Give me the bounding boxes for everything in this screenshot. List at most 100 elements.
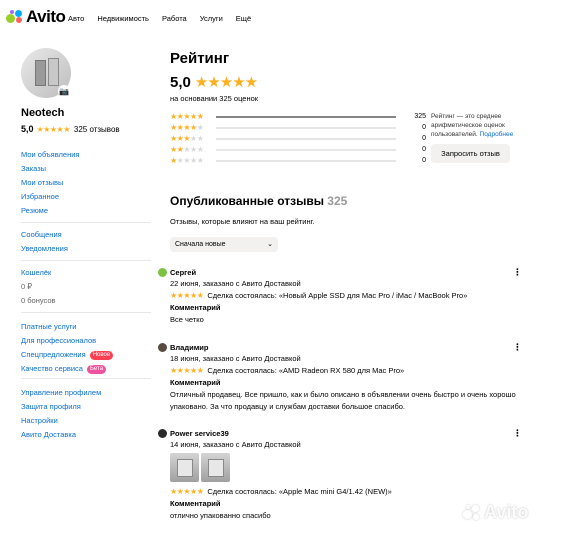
more-icon[interactable]: ⋮ <box>513 267 522 278</box>
nav-more[interactable]: Ещё <box>236 14 251 23</box>
rating-bar-track <box>216 115 396 118</box>
rating-bar-row: ★★★★★ 0 <box>170 155 426 166</box>
bar-stars-icon: ★★★★★ <box>170 112 204 121</box>
sidebar-item-label: Спецпредложения <box>21 350 86 359</box>
review-comment: Отличный продавец. Все пришло, как и был… <box>170 390 516 411</box>
sidebar-item-special-offers[interactable]: Спецпредложения Новое <box>21 348 151 362</box>
review-deal-text[interactable]: Сделка состоялась: «Новый Apple SSD для … <box>207 291 467 300</box>
reviewer-name[interactable]: Сергей <box>170 268 196 277</box>
rating-summary: 5,0 ★★★★★ <box>170 73 258 92</box>
review-deal-text[interactable]: Сделка состоялась: «Apple Mac mini G4/1.… <box>207 487 391 496</box>
rating-info-link[interactable]: Подробнее <box>480 131 514 138</box>
reviewer-avatar[interactable] <box>158 268 167 277</box>
sidebar-item-profile-management[interactable]: Управление профилем <box>21 386 151 400</box>
reviews-count: 325 <box>327 194 348 208</box>
review-deal-text[interactable]: Сделка состоялась: «AMD Radeon RX 580 дл… <box>207 366 404 375</box>
sidebar-item-label: Для профессионалов <box>21 336 97 345</box>
menu-group-main: Мои объявления Заказы Мои отзывы Избранн… <box>21 148 151 218</box>
bar-stars-icon: ★★★★★ <box>170 156 204 165</box>
menu-group-wallet: Кошелёк 0 ₽ 0 бонусов <box>21 266 151 308</box>
rating-bar-count: 0 <box>422 135 426 142</box>
sidebar-item-paid-services[interactable]: Платные услуги <box>21 320 151 334</box>
rating-bar-track <box>216 159 396 162</box>
rating-bar-count: 0 <box>422 124 426 131</box>
sidebar-item-messages[interactable]: Сообщения <box>21 228 151 242</box>
sidebar-item-favorites[interactable]: Избранное <box>21 190 151 204</box>
avito-watermark: Avito <box>462 502 528 523</box>
rating-bar-row: ★★★★★ 0 <box>170 133 426 144</box>
bar-stars-icon: ★★★★★ <box>170 134 204 143</box>
review-comment: Все четко <box>170 315 204 324</box>
more-icon[interactable]: ⋮ <box>513 428 522 439</box>
rating-bar-track <box>216 148 396 151</box>
review-comment-caption: Комментарий <box>170 303 221 312</box>
review-deal: ★★★★★ Сделка состоялась: «Apple Mac mini… <box>170 485 528 498</box>
review-date: 18 июня, заказано с Авито Доставкой <box>170 354 301 363</box>
chevron-down-icon: ⌄ <box>267 241 273 248</box>
divider <box>21 222 151 223</box>
menu-group-profile: Управление профилем Защита профиля Настр… <box>21 386 151 442</box>
seller-name: Neotech <box>21 107 65 119</box>
camera-icon[interactable]: 📷 <box>58 85 70 97</box>
wallet-bonuses: 0 бонусов <box>21 296 56 305</box>
sidebar-item-avito-delivery[interactable]: Авито Доставка <box>21 428 151 442</box>
seller-reviews-count: 325 отзывов <box>73 124 120 134</box>
rating-bar-count: 0 <box>422 157 426 164</box>
bar-stars-icon: ★★★★★ <box>170 123 204 132</box>
reviewer-name[interactable]: Power service39 <box>170 429 229 438</box>
reviewer-avatar[interactable] <box>158 429 167 438</box>
beta-badge: Бета <box>86 364 107 374</box>
rating-distribution: ★★★★★ 325 ★★★★★ 0 ★★★★★ 0 ★★★★★ 0 ★★★★★ 0 <box>170 111 426 166</box>
nav-auto[interactable]: Авто <box>68 14 84 23</box>
sidebar-item-notifications[interactable]: Уведомления <box>21 242 151 256</box>
rating-info: Рейтинг — это среднее арифметическое оце… <box>431 112 521 139</box>
review-item: Владимир ⋮ 18 июня, заказано с Авито Дос… <box>158 342 528 412</box>
new-badge: Новое <box>89 350 114 360</box>
menu-group-services: Платные услуги Для профессионалов Спецпр… <box>21 320 151 376</box>
rating-bar-fill <box>216 115 396 118</box>
review-photos <box>170 453 528 482</box>
main-nav: Авто Недвижимость Работа Услуги Ещё <box>68 14 264 23</box>
logo-text: Avito <box>26 7 66 26</box>
sidebar-item-orders[interactable]: Заказы <box>21 162 151 176</box>
rating-stars-icon: ★★★★★ <box>194 74 258 91</box>
nav-jobs[interactable]: Работа <box>162 14 187 23</box>
rating-bar-track <box>216 126 396 129</box>
sidebar-item-settings[interactable]: Настройки <box>21 414 151 428</box>
rating-bar-track <box>216 137 396 140</box>
request-review-button[interactable]: Запросить отзыв <box>431 144 510 163</box>
rating-bar-count: 325 <box>414 113 426 120</box>
sidebar-item-profile-protection[interactable]: Защита профиля <box>21 400 151 414</box>
reviewer-avatar[interactable] <box>158 343 167 352</box>
rating-bar-row: ★★★★★ 325 <box>170 111 426 122</box>
sidebar-item-my-ads[interactable]: Мои объявления <box>21 148 151 162</box>
sidebar-item-for-pros[interactable]: Для профессионалов <box>21 334 151 348</box>
review-date: 14 июня, заказано с Авито Доставкой <box>170 440 301 449</box>
sort-select[interactable]: Сначала новые ⌄ <box>170 237 278 252</box>
review-photo[interactable] <box>201 453 230 482</box>
sidebar-item-my-reviews[interactable]: Мои отзывы <box>21 176 151 190</box>
nav-realty[interactable]: Недвижимость <box>97 14 149 23</box>
bar-stars-icon: ★★★★★ <box>170 145 204 154</box>
divider <box>21 260 151 261</box>
rating-bar-row: ★★★★★ 0 <box>170 122 426 133</box>
sort-select-value: Сначала новые <box>175 241 226 248</box>
nav-services[interactable]: Услуги <box>200 14 223 23</box>
review-stars-icon: ★★★★★ <box>170 366 204 375</box>
reviewer-name[interactable]: Владимир <box>170 343 208 352</box>
sidebar-item-service-quality[interactable]: Качество сервиса Бета <box>21 362 151 376</box>
logo-dots-icon <box>6 9 24 25</box>
review-item: Сергей ⋮ 22 июня, заказано с Авито Доста… <box>158 267 528 326</box>
reviews-title: Опубликованные отзывы 325 <box>170 194 347 208</box>
review-photo[interactable] <box>170 453 199 482</box>
avito-logo[interactable]: Avito <box>6 7 66 27</box>
wallet-balance: 0 ₽ <box>21 282 33 291</box>
sidebar-item-resume[interactable]: Резюме <box>21 204 151 218</box>
sidebar-item-wallet[interactable]: Кошелёк <box>21 266 151 280</box>
rating-based-on: на основании 325 оценок <box>170 94 259 103</box>
more-icon[interactable]: ⋮ <box>513 342 522 353</box>
seller-rating[interactable]: 5,0 ★★★★★ 325 отзывов <box>21 124 120 134</box>
reviews-subtitle: Отзывы, которые влияют на ваш рейтинг. <box>170 217 315 226</box>
review-stars-icon: ★★★★★ <box>170 487 204 496</box>
sidebar-item-label: Качество сервиса <box>21 364 83 373</box>
